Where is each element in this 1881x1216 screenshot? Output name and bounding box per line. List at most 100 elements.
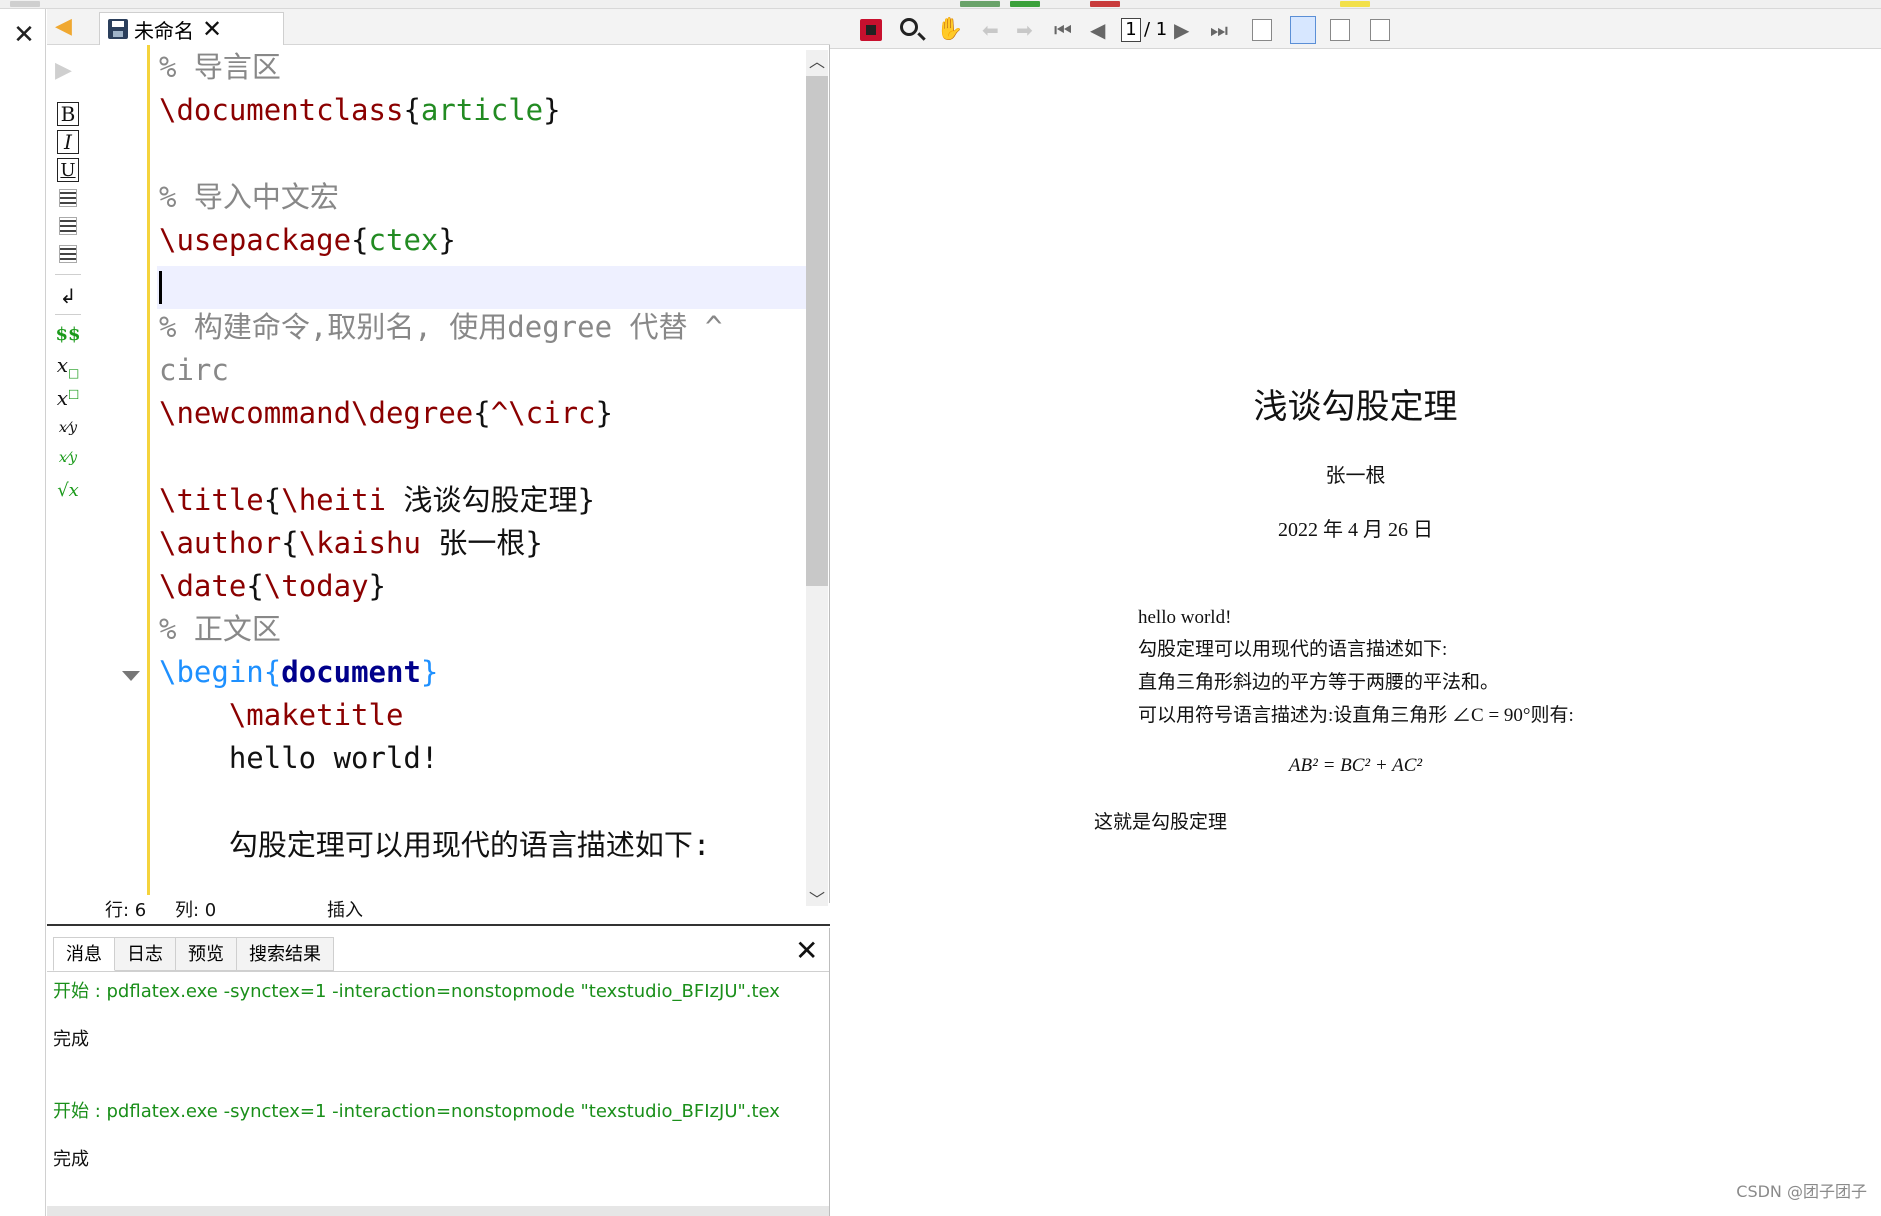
tab-search-results[interactable]: 搜索结果 <box>237 937 334 971</box>
code-argument: ^\circ <box>490 396 596 430</box>
bold-button[interactable]: B <box>55 101 81 127</box>
magnify-icon[interactable] <box>900 18 918 36</box>
fold-arrow-icon[interactable] <box>122 671 140 681</box>
italic-label: I <box>57 130 79 154</box>
editor-status-bar: 行: 6 列: 0 插入 <box>47 896 831 926</box>
sqrt-button[interactable]: √x <box>55 477 81 503</box>
tab-untitled[interactable]: 未命名 ✕ <box>99 12 284 45</box>
left-side-column: ✕ <box>0 9 46 1216</box>
toolbar-divider <box>55 274 81 275</box>
last-page-icon[interactable]: ⏭ <box>1210 19 1232 41</box>
code-text: 浅谈勾股定理 <box>386 483 578 517</box>
code-line: \date{\today} <box>159 566 386 606</box>
hand-tool-icon[interactable]: ✋ <box>936 19 963 41</box>
close-icon[interactable]: ✕ <box>10 21 38 49</box>
superscript-label: x <box>56 386 68 410</box>
first-page-icon[interactable]: ⏮ <box>1054 19 1076 41</box>
messages-footer <box>47 1206 829 1216</box>
code-line: \title{\heiti 浅谈勾股定理} <box>159 480 595 520</box>
italic-button[interactable]: I <box>55 129 81 155</box>
format-toolbar: B I U ↲ $$ x□ x□ x⁄y x⁄y √x <box>47 49 87 889</box>
code-line: \begin{document} <box>159 652 438 692</box>
newline-icon: ↲ <box>59 284 77 308</box>
document-paragraph: hello world! <box>1138 607 1232 628</box>
code-brace: { <box>281 526 299 560</box>
code-command: \heiti <box>281 483 386 517</box>
fraction-button[interactable]: x⁄y <box>55 415 81 441</box>
code-brace: } <box>525 526 543 560</box>
tab-preview[interactable]: 预览 <box>176 937 237 971</box>
message-line: 开始 : pdflatex.exe -synctex=1 -interactio… <box>53 1101 780 1122</box>
code-command: \usepackage <box>159 223 352 257</box>
close-messages-icon[interactable]: ✕ <box>795 936 818 966</box>
toolbar-fragment <box>960 1 1000 7</box>
align-left-icon <box>59 189 77 207</box>
page-grid-icon[interactable] <box>1370 19 1390 41</box>
tab-log[interactable]: 日志 <box>115 937 176 971</box>
sqrt-label: √x <box>57 479 79 501</box>
watermark: CSDN @团子团子 <box>1736 1182 1867 1201</box>
code-line: \maketitle <box>159 698 404 732</box>
code-brace: { <box>263 655 282 689</box>
code-brace: { <box>246 569 264 603</box>
code-command: \author <box>159 526 282 560</box>
document-paragraph: 勾股定理可以用现代的语言描述如下: <box>1138 639 1448 660</box>
column-label: 列: <box>175 900 205 921</box>
code-brace: } <box>438 223 456 257</box>
message-line: 开始 : pdflatex.exe -synctex=1 -interactio… <box>53 981 780 1002</box>
newline-button[interactable]: ↲ <box>55 283 81 309</box>
page-number-input[interactable]: 1 <box>1121 18 1141 42</box>
tab-messages[interactable]: 消息 <box>53 937 115 971</box>
code-line: % 构建命令,取别名, 使用degree 代替 ^ <box>159 310 723 344</box>
zoom-100-icon[interactable] <box>1252 19 1272 41</box>
code-command: \today <box>263 569 369 603</box>
scroll-up-icon[interactable]: ︿ <box>808 53 826 71</box>
code-line: circ <box>159 353 229 387</box>
align-center-icon <box>59 217 77 235</box>
toolbar-fragment <box>1340 1 1370 7</box>
code-argument: document <box>281 655 421 689</box>
tab-close-icon[interactable]: ✕ <box>202 17 222 41</box>
code-argument: ctex <box>368 223 439 257</box>
dfrac-button[interactable]: x⁄y <box>55 445 81 471</box>
align-left-button[interactable] <box>55 185 81 211</box>
superscript-button[interactable]: x□ <box>55 385 81 411</box>
document-date: 2022 年 4 月 26 日 <box>1278 519 1433 541</box>
document-paragraph: 可以用符号语言描述为:设直角三角形 ∠C = 90°则有: <box>1138 705 1574 726</box>
history-back-icon[interactable]: ⬅ <box>982 19 1004 41</box>
math-mode-button[interactable]: $$ <box>55 321 81 347</box>
subscript-button[interactable]: x□ <box>55 353 81 380</box>
code-line: % 导入中文宏 <box>159 180 339 214</box>
fraction-icon: x⁄y <box>58 420 78 436</box>
fit-width-icon[interactable] <box>1330 19 1350 41</box>
bold-label: B <box>57 102 79 126</box>
code-command: \documentclass <box>159 93 404 127</box>
status-insert-mode: 插入 <box>327 900 363 921</box>
pdf-icon[interactable] <box>860 19 882 41</box>
code-brace: } <box>420 655 439 689</box>
underline-button[interactable]: U <box>55 157 81 183</box>
column-value: 0 <box>204 900 217 921</box>
edit-marker-bar <box>147 45 150 895</box>
scrollbar-thumb[interactable] <box>806 76 828 586</box>
editor-tab-bar: ◀ 未命名 ✕ <box>47 9 831 45</box>
align-center-button[interactable] <box>55 213 81 239</box>
code-argument: article <box>420 93 544 127</box>
next-page-icon[interactable]: ▶ <box>1174 19 1196 41</box>
code-brace: { <box>473 396 491 430</box>
previous-page-icon[interactable]: ◀ <box>1090 19 1112 41</box>
code-line: % 导言区 <box>159 50 281 84</box>
code-line: \documentclass{article} <box>159 90 561 130</box>
save-icon[interactable] <box>108 19 128 39</box>
messages-body: 开始 : pdflatex.exe -synctex=1 -interactio… <box>47 971 829 1206</box>
history-forward-icon[interactable]: ➡ <box>1016 19 1038 41</box>
code-text: 张一根 <box>420 526 526 560</box>
back-arrow-icon[interactable]: ◀ <box>55 16 77 38</box>
code-editor[interactable]: % 导言区 \documentclass{article} % 导入中文宏 \u… <box>159 45 827 895</box>
toolbar-fragment <box>10 1 40 7</box>
toolbar-fragment <box>1090 1 1120 7</box>
align-right-button[interactable] <box>55 241 81 267</box>
code-line: hello world! <box>159 741 439 775</box>
fit-page-icon[interactable] <box>1290 16 1316 44</box>
message-line: 完成 <box>53 1029 89 1050</box>
